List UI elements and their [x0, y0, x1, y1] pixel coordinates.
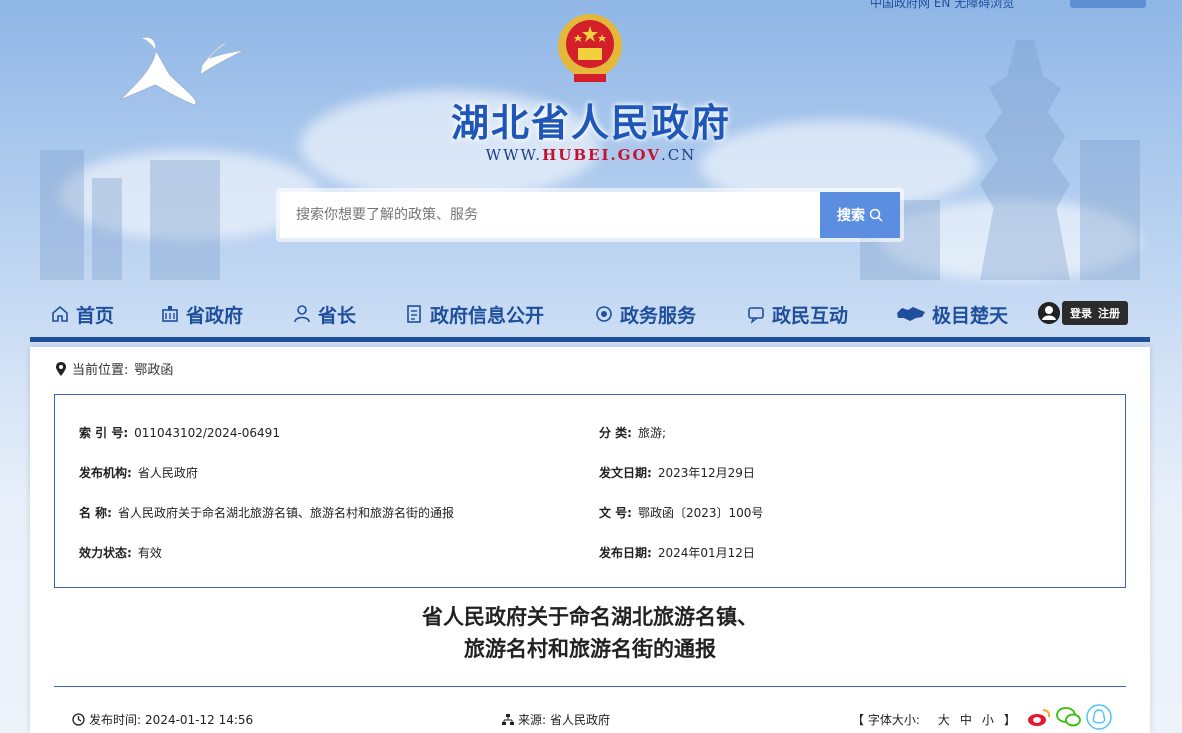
top-links[interactable]: 中国政府网 EN 无障碍浏览 [870, 0, 1014, 11]
meta-doc-date: 发文日期: 2023年12月29日 [599, 466, 755, 480]
nav-item-interaction[interactable]: 政民互动 [746, 300, 848, 328]
search-button[interactable]: 搜索 [820, 192, 900, 238]
breadcrumb-label: 当前位置: [72, 363, 129, 378]
document-title: 省人民政府关于命名湖北旅游名镇、 旅游名村和旅游名街的通报 [422, 605, 758, 661]
meta-index-no: 索 引 号: 011043102/2024-06491 [79, 426, 280, 440]
article-container: 当前位置: 鄂政函 索 引 号: 011043102/2024-06491 分 类… [30, 347, 1150, 733]
site-title: 湖北省人民政府 [450, 100, 731, 145]
font-size-selector: 【 字体大小: 大 中 小 】 [852, 711, 1016, 728]
document-icon [407, 305, 421, 323]
building-icon [162, 306, 178, 322]
nav-item-provincial-government[interactable]: 省政府 [160, 300, 243, 328]
search-input[interactable] [280, 192, 820, 238]
service-icon [596, 306, 612, 322]
meta-category: 分 类: 旅游; [599, 426, 667, 440]
font-size-small[interactable]: 小 [982, 711, 994, 728]
chat-icon [748, 307, 764, 324]
document-metadata: 索 引 号: 011043102/2024-06491 分 类: 旅游; 发布机构:… [54, 394, 1126, 588]
weibo-icon [1028, 709, 1051, 726]
qq-icon [1086, 704, 1112, 730]
login-link[interactable]: 登录 [1070, 305, 1092, 321]
meta-doc-no: 文 号: 鄂政函〔2023〕100号 [599, 506, 764, 520]
main-nav: 首页 省政府 省长 政府信息公开 政务服务 政民互动 极目楚天 登录 注册 [30, 292, 1150, 342]
breadcrumb-current[interactable]: 鄂政函 [134, 359, 173, 378]
site-url[interactable]: WWW.HUBEI.GOV.CN [400, 146, 782, 164]
person-icon [294, 305, 310, 323]
source-info: 来源: 省人民政府 [502, 711, 610, 728]
cranes-illustration [119, 36, 246, 106]
login-register-button[interactable]: 登录 注册 [1062, 301, 1128, 325]
register-link[interactable]: 注册 [1098, 305, 1120, 321]
share-wechat-button[interactable] [1056, 704, 1082, 730]
breadcrumb: 当前位置: 鄂政函 [56, 359, 173, 378]
share-qq-button[interactable] [1086, 704, 1112, 730]
home-icon [52, 305, 68, 322]
meta-publish-date: 发布日期: 2024年01月12日 [599, 546, 755, 560]
nav-item-info-disclosure[interactable]: 政府信息公开 [404, 300, 544, 328]
search-icon [869, 208, 883, 222]
nav-item-gov-services[interactable]: 政务服务 [594, 300, 696, 328]
title-divider [54, 686, 1126, 687]
location-pin-icon [56, 361, 66, 376]
publish-time: 发布时间: 2024-01-12 14:56 [72, 711, 253, 728]
nav-item-governor[interactable]: 省长 [292, 300, 356, 328]
clock-icon [72, 713, 85, 726]
meta-name: 名 称: 省人民政府关于命名湖北旅游名镇、旅游名村和旅游名街的通报 [79, 506, 454, 520]
meta-status: 效力状态: 有效 [79, 546, 162, 560]
share-weibo-button[interactable] [1026, 704, 1052, 730]
user-avatar-icon[interactable] [1038, 302, 1060, 324]
wechat-icon [1056, 707, 1081, 727]
national-emblem-icon [558, 14, 622, 82]
org-chart-icon [502, 713, 514, 725]
meta-issuer: 发布机构: 省人民政府 [79, 466, 198, 480]
map-icon [897, 307, 925, 321]
font-size-large[interactable]: 大 [938, 711, 950, 728]
search-bar: 搜索 [276, 188, 904, 242]
nav-item-home[interactable]: 首页 [50, 300, 114, 328]
font-size-medium[interactable]: 中 [960, 711, 972, 728]
nav-item-jimu-chutian[interactable]: 极目楚天 [896, 300, 1008, 328]
accessibility-badge[interactable] [1070, 0, 1146, 8]
